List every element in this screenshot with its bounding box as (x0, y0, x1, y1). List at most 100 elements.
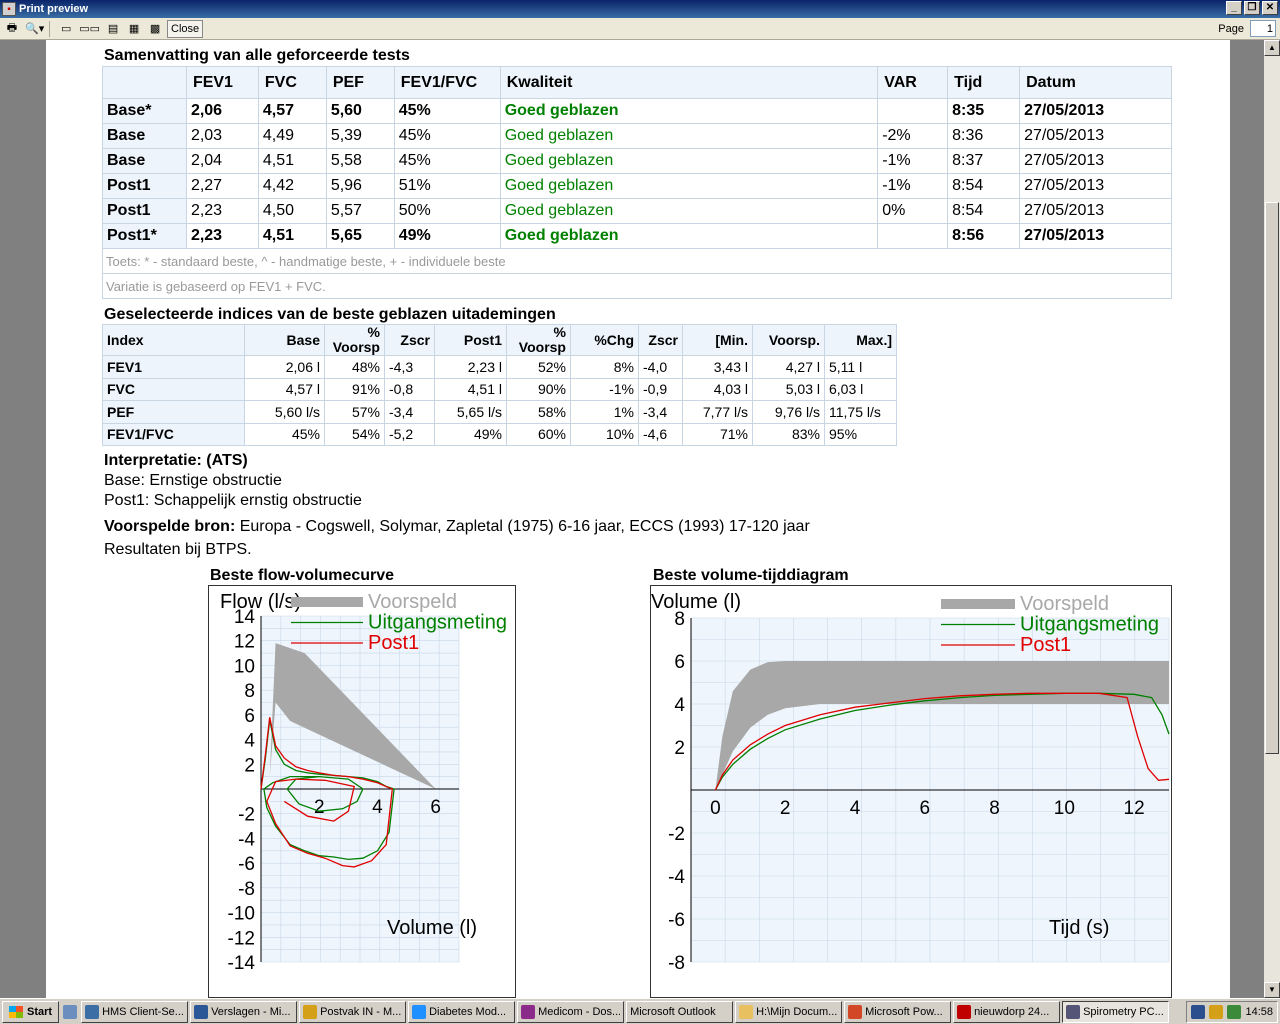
summary-cell: 27/05/2013 (1019, 123, 1172, 149)
legend-label: Uitgangsmeting (1020, 614, 1159, 636)
summary-cell: -2% (877, 123, 949, 149)
summary-cell: 50% (393, 198, 501, 224)
indices-cell: 5,65 l/s (434, 400, 507, 424)
summary-cell: 4,42 (257, 173, 327, 199)
three-pages-icon[interactable]: ▤ (104, 20, 122, 38)
x-tick-label: 10 (1054, 798, 1075, 819)
summary-row: Base 2,03 4,49 5,39 45% Goed geblazen -2% 8:36 2… (102, 123, 1172, 149)
indices-cell: 71% (682, 422, 753, 446)
indices-row: FVC 4,57 l 91% -0,8 4,51 l 90% -1% -0,9 4,03 l 5,… (102, 377, 897, 401)
btps-note: Resultaten bij BTPS. (104, 541, 252, 558)
taskbar-item[interactable]: H:\Mijn Docum... (735, 1000, 843, 1023)
legend-label: Post1 (368, 632, 419, 654)
summary-cell: 0% (877, 198, 949, 224)
close-button[interactable]: Close (167, 19, 204, 38)
summary-table: FEV1 FVC PEF FEV1/FVC Kwaliteit VAR Tijd Datum … (102, 66, 1172, 299)
close-window-button[interactable]: ✕ (1262, 1, 1278, 15)
network-icon[interactable] (1191, 1005, 1206, 1019)
indices-cell: 58% (506, 400, 571, 424)
summary-cell: 4,51 (257, 148, 327, 174)
vertical-scrollbar[interactable]: ▲ ▼ (1264, 40, 1280, 998)
minimize-button[interactable]: _ (1226, 1, 1242, 15)
print-icon[interactable]: 🖶 (3, 20, 21, 38)
indices-header: Max.] (824, 324, 897, 356)
summary-row: Post1 2,23 4,50 5,57 50% Goed geblazen 0% 8:54 2… (102, 198, 1172, 224)
page-label: Page (1218, 22, 1244, 35)
four-pages-icon[interactable]: ▦ (125, 20, 143, 38)
taskbar-item[interactable]: Verslagen - Mi... (190, 1000, 298, 1023)
taskbar-item[interactable]: Microsoft Pow... (844, 1000, 952, 1023)
summary-cell: 8:54 (947, 173, 1021, 199)
taskbar-item-label: nieuwdorp 24... (974, 1005, 1050, 1018)
two-pages-icon[interactable]: ▭▭ (78, 20, 101, 38)
summary-cell: Goed geblazen (499, 198, 879, 224)
y-tick-label: -14 (228, 953, 256, 974)
taskbar-item[interactable]: nieuwdorp 24... (953, 1000, 1061, 1023)
y-tick-label: 6 (244, 706, 255, 727)
lock-icon[interactable] (1209, 1005, 1224, 1019)
indices-cell: -4,6 (638, 422, 683, 446)
interpretation-post: Post1: Schappelijk ernstig obstructie (104, 492, 362, 509)
indices-cell: -3,4 (384, 400, 435, 424)
taskbar-item[interactable]: Diabetes Mod... (408, 1000, 516, 1023)
interpretation-base: Base: Ernstige obstructie (104, 472, 282, 489)
scroll-down-icon[interactable]: ▼ (1264, 982, 1280, 998)
summary-cell: 4,57 (257, 98, 327, 124)
x-tick-label: 2 (314, 797, 325, 818)
summary-cell: 51% (393, 173, 501, 199)
show-desktop-icon[interactable] (63, 1004, 78, 1019)
window-title: Print preview (19, 3, 89, 15)
flow-volume-svg: 1412108642-2-4-6-8-10-12-142 4 6Flow (l/s)… (220, 591, 507, 974)
y-tick-label: 10 (234, 656, 255, 677)
sync-icon[interactable] (1227, 1005, 1242, 1019)
taskbar-item[interactable]: HMS Client-Se... (81, 1000, 189, 1023)
taskbar-item[interactable]: Spirometry PC... (1062, 1000, 1170, 1023)
legend-label: Voorspeld (1020, 593, 1109, 615)
summary-cell: 5,58 (325, 148, 395, 174)
summary-cell: Post1* (102, 223, 187, 249)
scroll-up-icon[interactable]: ▲ (1264, 40, 1280, 56)
volume-time-title: Beste volume-tijddiagram (653, 567, 849, 584)
summary-row: Base 2,04 4,51 5,58 45% Goed geblazen -1% 8:37 2… (102, 148, 1172, 174)
summary-cell: 8:56 (947, 223, 1021, 249)
summary-cell: Base* (102, 98, 187, 124)
summary-row: Base* 2,06 4,57 5,60 45% Goed geblazen 8:35 27/… (102, 98, 1172, 124)
summary-cell: 8:35 (947, 98, 1021, 124)
preview-toolbar: 🖶 🔍▾ ▭ ▭▭ ▤ ▦ ▩ Close Page (0, 18, 1280, 40)
summary-cell: 5,57 (325, 198, 395, 224)
app-icon (412, 1004, 427, 1019)
summary-cell: 2,03 (185, 123, 259, 149)
indices-cell: FEV1/FVC (102, 422, 245, 446)
indices-header: Post1 (434, 324, 507, 356)
one-page-icon[interactable]: ▭ (57, 20, 75, 38)
taskbar-item[interactable]: Microsoft Outlook (626, 1000, 734, 1023)
app-icon (957, 1004, 972, 1019)
summary-cell: 5,60 (325, 98, 395, 124)
indices-cell: 4,51 l (434, 377, 507, 401)
indices-cell: 11,75 l/s (824, 400, 897, 424)
zoom-icon[interactable]: 🔍▾ (24, 20, 45, 38)
taskbar-item-label: HMS Client-Se... (102, 1005, 184, 1018)
six-pages-icon[interactable]: ▩ (146, 20, 164, 38)
volume-time-chart: 8 6 4 2 -2 -4 -6 -8 0 2 4 6 8 10 12 Volume (l) Tijd (s) V… (650, 585, 1172, 998)
taskbar-item[interactable]: Postvak IN - M... (299, 1000, 407, 1023)
y-tick-label: 2 (244, 755, 255, 776)
x-tick-label: 4 (372, 797, 383, 818)
app-icon (303, 1004, 318, 1019)
indices-cell: FVC (102, 377, 245, 401)
taskbar-item-label: Microsoft Pow... (865, 1005, 943, 1018)
taskbar-item[interactable]: Medicom - Dos... (517, 1000, 625, 1023)
page-number-input[interactable] (1250, 20, 1276, 37)
title-bar[interactable]: ▪ Print preview _ ❐ ✕ (0, 0, 1280, 18)
summary-cell: Post1 (102, 198, 187, 224)
summary-header: FVC (257, 66, 327, 99)
x-tick-label: 6 (919, 798, 930, 819)
indices-cell: 8% (570, 355, 639, 379)
start-button[interactable]: Start (2, 1000, 60, 1023)
summary-cell: 27/05/2013 (1019, 173, 1172, 199)
restore-button[interactable]: ❐ (1244, 1, 1260, 15)
indices-title: Geselecteerde indices van de beste gebla… (104, 306, 556, 323)
scroll-thumb[interactable] (1265, 202, 1279, 754)
summary-header: Tijd (947, 66, 1021, 99)
y-tick-label: -10 (228, 904, 255, 925)
